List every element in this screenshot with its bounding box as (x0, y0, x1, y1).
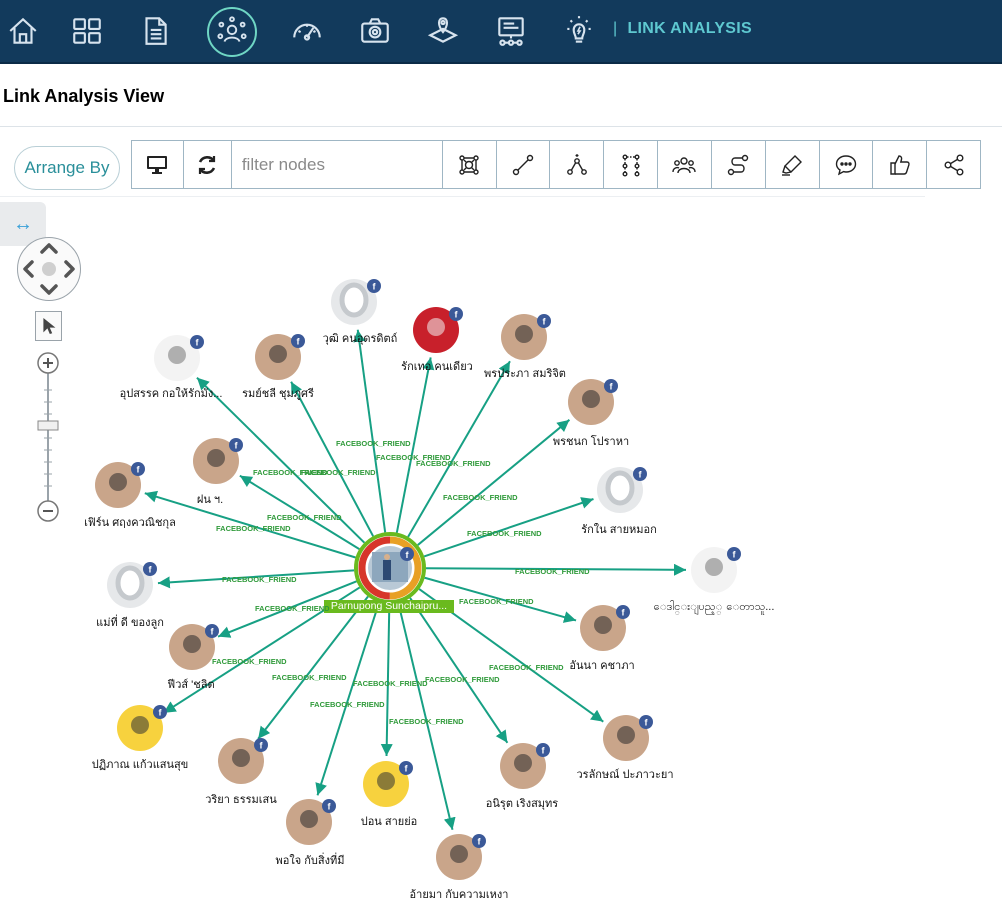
edge-label: FACEBOOK_FRIEND (336, 439, 411, 448)
edge-label: FACEBOOK_FRIEND (216, 524, 291, 533)
graph-node[interactable]: f (95, 462, 145, 508)
graph-node[interactable]: f (107, 562, 157, 608)
edge-label: FACEBOOK_FRIEND (353, 679, 428, 688)
edge-label: FACEBOOK_FRIEND (212, 657, 287, 666)
avatar-image (183, 635, 201, 653)
node-label[interactable]: รักเทอ คนเดียว (401, 357, 473, 375)
edge-label: FACEBOOK_FRIEND (489, 663, 564, 672)
edge-label: FACEBOOK_FRIEND (301, 468, 376, 477)
graph-node[interactable]: f (413, 307, 463, 353)
node-label[interactable]: ปอน สายย่อ (361, 812, 418, 830)
node-label[interactable]: รมย์ชลี ชุมภูศรี (242, 384, 314, 402)
node-label[interactable]: อนิรุต เริงสมุทร (486, 794, 558, 812)
avatar-image (109, 473, 127, 491)
avatar-image (582, 390, 600, 408)
graph-node[interactable]: f (154, 335, 204, 381)
avatar-image (515, 325, 533, 343)
graph-node[interactable]: f (691, 547, 741, 593)
node-label[interactable]: พรประภา สมริจิต (484, 364, 566, 382)
graph-node[interactable]: f (436, 834, 486, 880)
edge-label: FACEBOOK_FRIEND (515, 567, 590, 576)
avatar-placeholder-icon (605, 470, 635, 506)
edge-label: FACEBOOK_FRIEND (222, 575, 297, 584)
edge-label: FACEBOOK_FRIEND (255, 604, 330, 613)
graph-node[interactable]: f (255, 334, 305, 380)
avatar-placeholder-icon (115, 565, 145, 601)
avatar-image (300, 810, 318, 828)
graph-node[interactable]: f (501, 314, 551, 360)
graph-edge[interactable] (315, 601, 381, 796)
graph-node[interactable]: f (363, 761, 413, 807)
graph-node[interactable]: f (331, 279, 381, 325)
node-label[interactable]: พอใจ กับสิ่งที่มี (276, 851, 345, 869)
graph-edge[interactable] (353, 329, 387, 533)
edge-label: FACEBOOK_FRIEND (443, 493, 518, 502)
center-node[interactable]: f (354, 532, 426, 604)
graph-node[interactable]: f (603, 715, 653, 761)
node-label[interactable]: เฟิร์น ศฤงควณิชกุล (84, 513, 176, 531)
avatar-image (168, 346, 186, 364)
avatar-image (450, 845, 468, 863)
edge-label: FACEBOOK_FRIEND (416, 459, 491, 468)
node-label[interactable]: วริยา ธรรมเสน (205, 790, 277, 808)
graph-node[interactable]: f (193, 438, 243, 484)
node-label[interactable]: อ้ายมา กับความเหงา (410, 885, 509, 903)
avatar-image (514, 754, 532, 772)
node-label[interactable]: แม่ที่ ดี ของลูก (96, 613, 164, 631)
node-label[interactable]: ฝน ฯ. (197, 490, 223, 508)
avatar-image (617, 726, 635, 744)
node-label[interactable]: วรลักษณ์ ปะภาวะยา (576, 765, 673, 783)
avatar-image (269, 345, 287, 363)
node-label[interactable]: รักใน สายหมอก (581, 520, 657, 538)
graph-node[interactable]: f (568, 379, 618, 425)
node-label[interactable]: อันนา คชาภา (569, 656, 634, 674)
edge-label: FACEBOOK_FRIEND (467, 529, 542, 538)
node-label[interactable]: ฟีวส์ 'ชลิต (167, 675, 214, 693)
node-label[interactable]: ေဒါင္းျပည့္ ေတာသူ... (654, 600, 775, 616)
graph-node[interactable]: f (117, 705, 167, 751)
avatar-image (232, 749, 250, 767)
link-analysis-graph[interactable]: f fffffffffffffffffff f (0, 0, 1002, 922)
node-label[interactable]: วุฒิ คนอุดรดิตถ์ (323, 329, 398, 347)
avatar-placeholder-icon (339, 282, 369, 318)
edge-label: FACEBOOK_FRIEND (310, 700, 385, 709)
graph-node[interactable]: f (500, 743, 550, 789)
avatar-image (131, 716, 149, 734)
graph-node[interactable]: f (286, 799, 336, 845)
node-label[interactable]: ปฏิภาณ แก้วแสนสุข (92, 755, 189, 773)
edge-label: FACEBOOK_FRIEND (389, 717, 464, 726)
avatar-image (427, 318, 445, 336)
avatar-image (594, 616, 612, 634)
edge-label: FACEBOOK_FRIEND (267, 513, 342, 522)
edge-label: FACEBOOK_FRIEND (459, 597, 534, 606)
edge-label: FACEBOOK_FRIEND (425, 675, 500, 684)
node-label[interactable]: อุปสรรค กอให้รักมัง... (120, 384, 223, 402)
center-node-label[interactable]: Parnupong Sunchaipru... (324, 600, 454, 613)
graph-node[interactable]: f (580, 605, 630, 651)
node-label[interactable]: พรชนก โปราหา (553, 432, 629, 450)
graph-node[interactable]: f (597, 467, 647, 513)
edge-label: FACEBOOK_FRIEND (272, 673, 347, 682)
avatar-image (705, 558, 723, 576)
graph-node[interactable]: f (218, 738, 268, 784)
avatar-image (377, 772, 395, 790)
graph-edge[interactable] (423, 497, 594, 558)
avatar-image (207, 449, 225, 467)
